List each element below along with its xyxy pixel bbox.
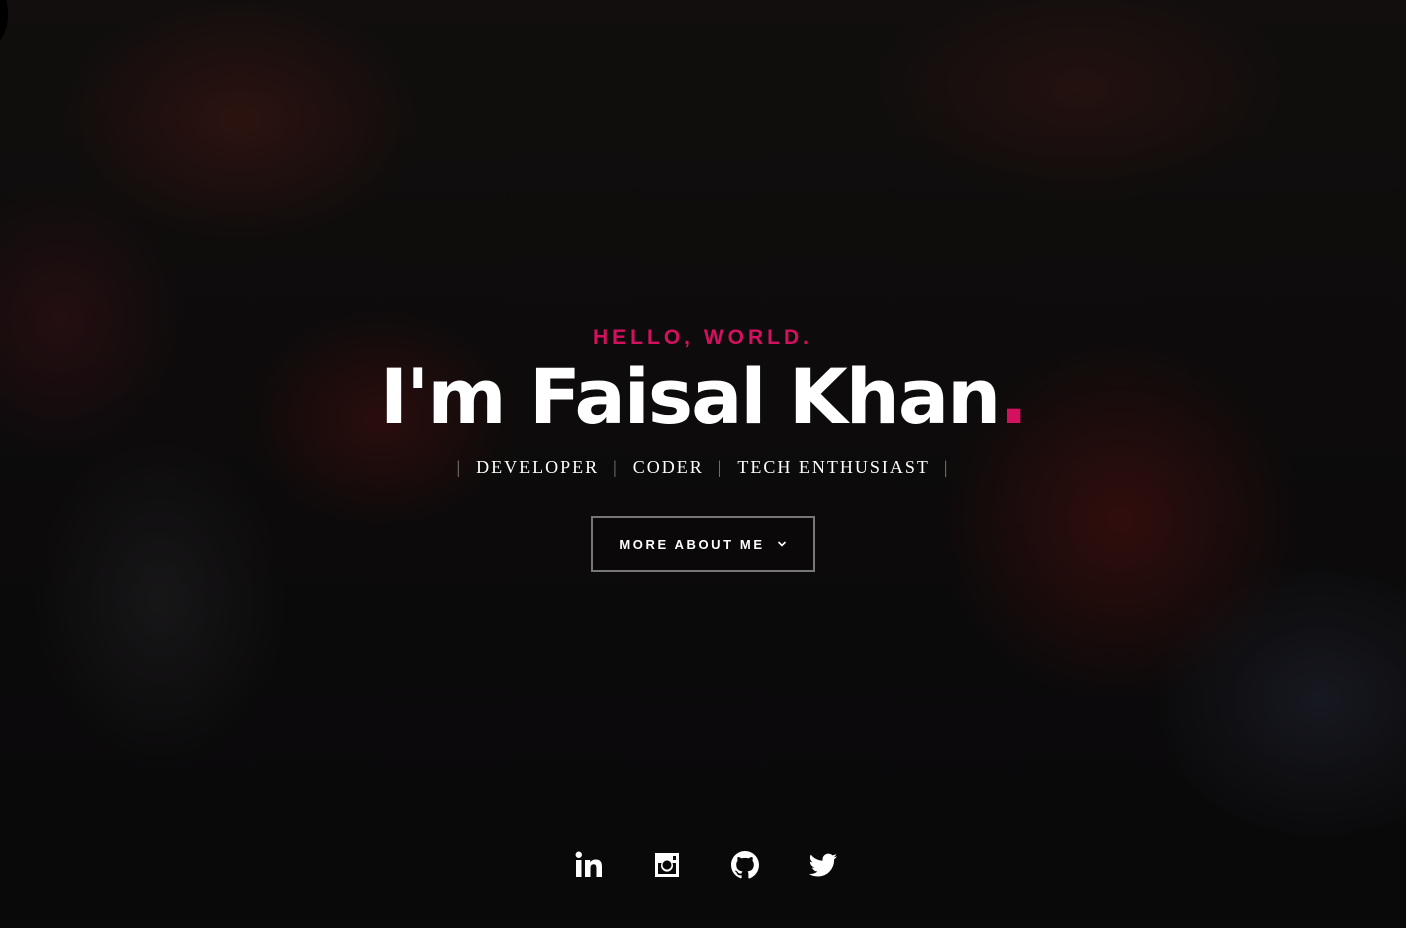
intro-name: I'm Faisal Khan — [379, 352, 1001, 441]
intro-name-dot: . — [999, 352, 1028, 441]
role-coder: CODER — [632, 457, 704, 477]
hero-section: HELLO, WORLD. I'm Faisal Khan. | DEVELOPE… — [0, 0, 1406, 928]
instagram-icon — [655, 853, 679, 877]
github-icon — [731, 851, 759, 879]
intro-block: HELLO, WORLD. I'm Faisal Khan. | DEVELOPE… — [0, 326, 1406, 572]
github-link[interactable] — [728, 848, 762, 882]
twitter-link[interactable] — [806, 848, 840, 882]
chevron-down-icon — [777, 541, 786, 547]
role-separator: | — [717, 457, 724, 477]
instagram-link[interactable] — [650, 848, 684, 882]
role-separator: | — [456, 457, 463, 477]
social-links — [0, 848, 1406, 882]
roles-line: | DEVELOPER | CODER | TECH ENTHUSIAST | — [0, 456, 1406, 478]
role-separator: | — [613, 457, 619, 477]
intro-kicker: HELLO, WORLD. — [593, 326, 813, 349]
role-tech-enthusiast: TECH ENTHUSIAST — [737, 457, 930, 477]
more-about-me-label: MORE ABOUT ME — [619, 536, 765, 552]
more-about-me-button[interactable]: MORE ABOUT ME — [591, 516, 815, 572]
role-separator: | — [943, 457, 950, 477]
role-developer: DEVELOPER — [476, 457, 600, 477]
linkedin-link[interactable] — [572, 848, 606, 882]
intro-headline: I'm Faisal Khan. — [0, 356, 1406, 438]
linkedin-icon — [575, 851, 602, 877]
twitter-icon — [808, 853, 837, 877]
